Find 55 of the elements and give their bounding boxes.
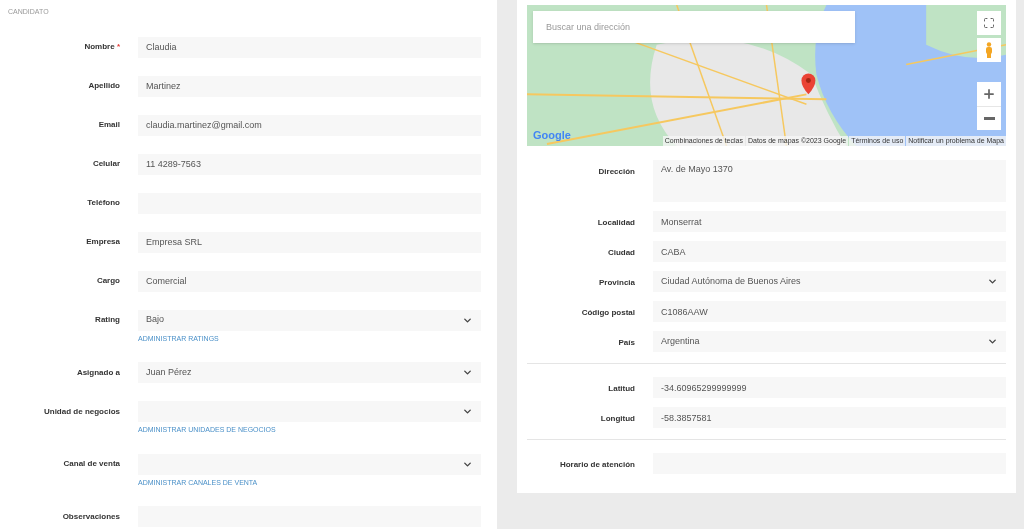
select-value: Juan Pérez: [146, 365, 192, 379]
field-label: Canal de venta: [63, 458, 120, 470]
map-logo: Google: [533, 127, 571, 143]
field-label: Localidad: [597, 217, 635, 229]
input-field[interactable]: CABA: [653, 241, 1006, 262]
select-field[interactable]: [138, 453, 481, 475]
input-field[interactable]: Claudia: [138, 36, 481, 58]
field-label: Unidad de negocios: [44, 405, 120, 418]
fullscreen-button[interactable]: [977, 11, 1001, 35]
field-label: Teléfono: [87, 197, 120, 209]
field-label: Empresa: [86, 236, 120, 248]
chevron-down-icon: [987, 336, 998, 347]
select-value: Bajo: [146, 313, 164, 327]
field-label: Celular: [92, 158, 120, 170]
field-label: Nombre *: [84, 41, 120, 53]
select-field[interactable]: Argentina: [653, 331, 1006, 352]
field-label: País: [618, 337, 635, 349]
person-icon: [985, 42, 993, 58]
minus-icon: [983, 117, 995, 120]
field-label: Longitud: [600, 413, 635, 425]
plus-icon: [982, 87, 996, 101]
field-label: Ciudad: [607, 247, 635, 259]
field-label: Apellido: [88, 80, 120, 92]
input-field[interactable]: Martinez: [138, 75, 481, 97]
field-label: Código postal: [581, 307, 635, 319]
input-field[interactable]: -34.60965299999999: [653, 377, 1006, 398]
select-field[interactable]: Ciudad Autónoma de Buenos Aires: [653, 271, 1006, 292]
select-field[interactable]: [138, 401, 481, 422]
field-label: Email: [98, 119, 120, 131]
field-label: Provincia: [599, 277, 635, 289]
field-label: Asignado a: [76, 366, 120, 379]
select-field[interactable]: Bajo: [138, 309, 481, 331]
chevron-down-icon: [462, 406, 473, 417]
input-field[interactable]: Av. de Mayo 1370: [653, 160, 1006, 202]
input-field[interactable]: C1086AAW: [653, 301, 1006, 322]
select-value: Ciudad Autónoma de Buenos Aires: [661, 274, 801, 288]
chevron-down-icon: [987, 276, 998, 287]
field-label: Horario de atención: [559, 459, 635, 471]
field-label: Latitud: [608, 383, 635, 395]
chevron-down-icon: [462, 367, 473, 378]
field-label: Observaciones: [62, 510, 120, 523]
input-field[interactable]: -58.3857581: [653, 407, 1006, 428]
input-field[interactable]: Empresa SRL: [138, 231, 481, 253]
pegman-button[interactable]: [977, 38, 1001, 62]
input-field[interactable]: claudia.martinez@gmail.com: [138, 114, 481, 136]
input-field[interactable]: Monserrat: [653, 211, 1006, 232]
select-field[interactable]: Juan Pérez: [138, 362, 481, 383]
select-value: Argentina: [661, 334, 700, 348]
field-label: Rating: [95, 314, 120, 326]
search-field[interactable]: Buscar una dirección: [533, 11, 855, 43]
input-field[interactable]: 11 4289-7563: [138, 153, 481, 175]
field-label: Dirección: [598, 166, 635, 178]
fullscreen-icon: [983, 17, 995, 29]
field-label: Cargo: [96, 275, 120, 287]
input-field[interactable]: Comercial: [138, 270, 481, 292]
